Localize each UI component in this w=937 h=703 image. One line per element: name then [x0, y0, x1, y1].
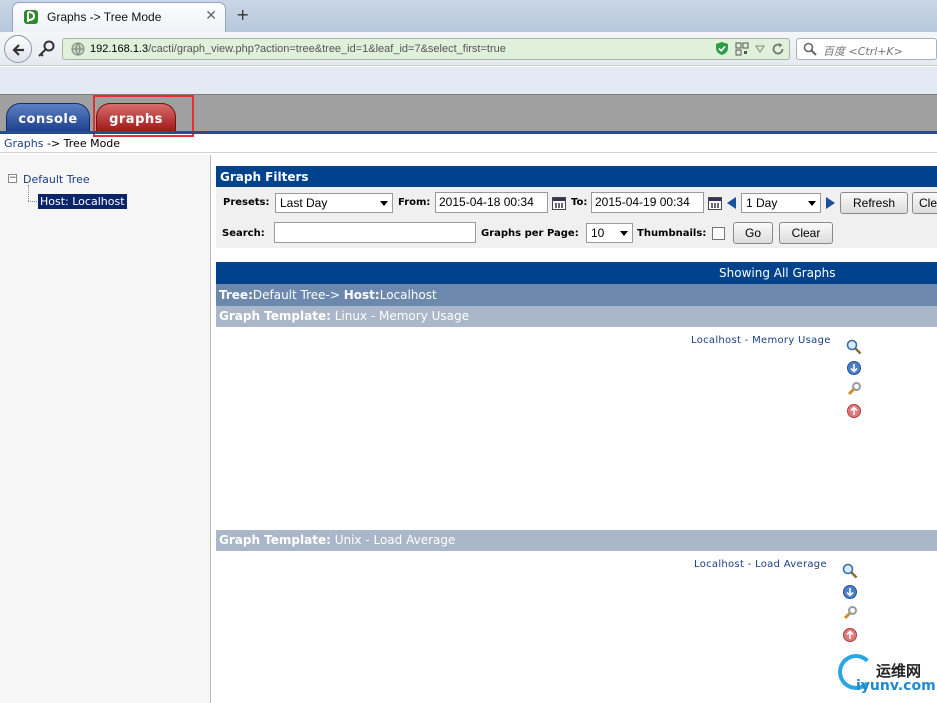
- clear-button[interactable]: Clear: [779, 222, 833, 244]
- wrench-icon[interactable]: [846, 381, 862, 397]
- to-calendar-icon[interactable]: [708, 197, 722, 210]
- site-identity-key-icon[interactable]: [36, 40, 56, 58]
- shift-right-icon[interactable]: [826, 197, 835, 209]
- back-arrow-icon: [12, 44, 24, 56]
- graph-template-key: Graph Template:: [219, 309, 331, 323]
- tree-host-header: Tree:Default Tree-> Host:Localhost: [216, 284, 937, 306]
- dropdown-triangle-icon[interactable]: [755, 44, 765, 54]
- breadcrumb-divider: [0, 152, 937, 153]
- navigation-bar: 192.168.1.3/cacti/graph_view.php?action=…: [0, 32, 937, 66]
- watermark-logo: 运维网 iyunv.com: [832, 652, 937, 703]
- header-divider: [0, 131, 937, 134]
- export-csv-icon[interactable]: [842, 584, 858, 600]
- toolbar-spacer: [0, 67, 937, 94]
- breadcrumb-rest: -> Tree Mode: [43, 137, 121, 150]
- search-icon: [803, 42, 817, 56]
- timespan-select[interactable]: 1 Day: [741, 193, 821, 213]
- graph-template-name: Linux - Memory Usage: [330, 309, 470, 323]
- browser-tabstrip: Graphs -> Tree Mode ✕ +: [0, 0, 937, 32]
- chevron-down-icon: [808, 201, 816, 206]
- go-button[interactable]: Go: [733, 222, 773, 244]
- cacti-favicon-icon: [24, 10, 38, 24]
- host-value: Localhost: [379, 288, 437, 302]
- presets-label: Presets:: [223, 197, 270, 208]
- web-search-box[interactable]: 百度 <Ctrl+K>: [796, 38, 937, 60]
- clear-dates-button[interactable]: Cle: [912, 192, 937, 214]
- shield-icon[interactable]: [715, 41, 729, 56]
- tree-connector: [28, 201, 37, 202]
- breadcrumb: Graphs -> Tree Mode: [4, 137, 120, 150]
- from-date-input[interactable]: 2015-04-18 00:34: [435, 192, 548, 213]
- go-to-top-icon[interactable]: [842, 627, 858, 643]
- graph-template-name: Unix - Load Average: [330, 533, 456, 547]
- graph-filters-title: Graph Filters: [216, 166, 937, 187]
- host-key: Host:: [343, 288, 380, 302]
- zoom-icon[interactable]: [842, 563, 858, 579]
- tree-value: Default Tree->: [252, 288, 344, 302]
- url-path: /cacti/graph_view.php?action=tree&tree_i…: [148, 43, 506, 55]
- from-label: From:: [398, 197, 431, 208]
- zoom-icon[interactable]: [846, 339, 862, 355]
- graphs-per-page-select[interactable]: 10: [586, 223, 633, 243]
- showing-all-graphs-text: Showing All Graphs: [719, 266, 836, 280]
- graph-template-key: Graph Template:: [219, 533, 331, 547]
- presets-select[interactable]: Last Day: [275, 193, 393, 213]
- url-text: 192.168.1.3/cacti/graph_view.php?action=…: [90, 43, 506, 55]
- watermark-en: iyunv.com: [856, 678, 936, 694]
- back-button[interactable]: [4, 35, 32, 63]
- showing-all-graphs-bar: Showing All Graphs: [216, 262, 937, 284]
- graphs-per-page-label: Graphs per Page:: [481, 228, 579, 239]
- tree-panel: − Default Tree Host: Localhost: [0, 155, 211, 703]
- refresh-button[interactable]: Refresh: [840, 192, 908, 214]
- shift-left-icon[interactable]: [727, 197, 736, 209]
- tree-collapse-toggle[interactable]: −: [8, 174, 17, 183]
- thumbnails-label: Thumbnails:: [637, 228, 707, 239]
- graphs-per-page-value: 10: [591, 226, 605, 240]
- go-to-top-icon[interactable]: [846, 403, 862, 419]
- graph-template-header: Graph Template: Linux - Memory Usage: [216, 306, 937, 327]
- tab-title: Graphs -> Tree Mode: [47, 10, 162, 24]
- new-tab-button[interactable]: +: [236, 5, 249, 24]
- cacti-tab-bar: console graphs: [0, 94, 937, 137]
- tree-key: Tree:: [219, 288, 253, 302]
- url-host: 192.168.1.3: [90, 43, 149, 55]
- breadcrumb-graphs-link[interactable]: Graphs: [4, 137, 43, 150]
- globe-icon: [71, 42, 85, 56]
- chevron-down-icon: [620, 231, 628, 236]
- tree-root-default-tree[interactable]: Default Tree: [23, 173, 90, 186]
- web-search-placeholder: 百度 <Ctrl+K>: [823, 45, 903, 58]
- graph-template-header: Graph Template: Unix - Load Average: [216, 530, 937, 551]
- timespan-value: 1 Day: [746, 196, 778, 210]
- graph-search-input[interactable]: [274, 222, 476, 243]
- to-date-input[interactable]: 2015-04-19 00:34: [591, 192, 704, 213]
- wrench-icon[interactable]: [842, 605, 858, 621]
- tree-connector: [28, 185, 29, 201]
- to-label: To:: [571, 197, 588, 208]
- chevron-down-icon: [380, 201, 388, 206]
- address-bar[interactable]: 192.168.1.3/cacti/graph_view.php?action=…: [62, 38, 790, 60]
- graph-link-memory-usage[interactable]: Localhost - Memory Usage: [691, 335, 831, 346]
- from-calendar-icon[interactable]: [552, 197, 566, 210]
- search-label: Search:: [222, 228, 265, 239]
- graph-filters-panel: Graph Filters Presets: Last Day From: 20…: [216, 166, 937, 248]
- browser-tab[interactable]: Graphs -> Tree Mode ✕: [12, 2, 226, 32]
- tab-close-icon[interactable]: ✕: [205, 8, 217, 24]
- presets-value: Last Day: [280, 196, 328, 210]
- export-csv-icon[interactable]: [846, 360, 862, 376]
- reload-icon[interactable]: [771, 42, 785, 56]
- tree-leaf-host-localhost[interactable]: Host: Localhost: [38, 194, 127, 209]
- qr-code-icon[interactable]: [735, 42, 749, 56]
- graph-link-load-average[interactable]: Localhost - Load Average: [694, 559, 827, 570]
- console-tab[interactable]: console: [6, 103, 90, 132]
- thumbnails-checkbox[interactable]: [712, 227, 725, 240]
